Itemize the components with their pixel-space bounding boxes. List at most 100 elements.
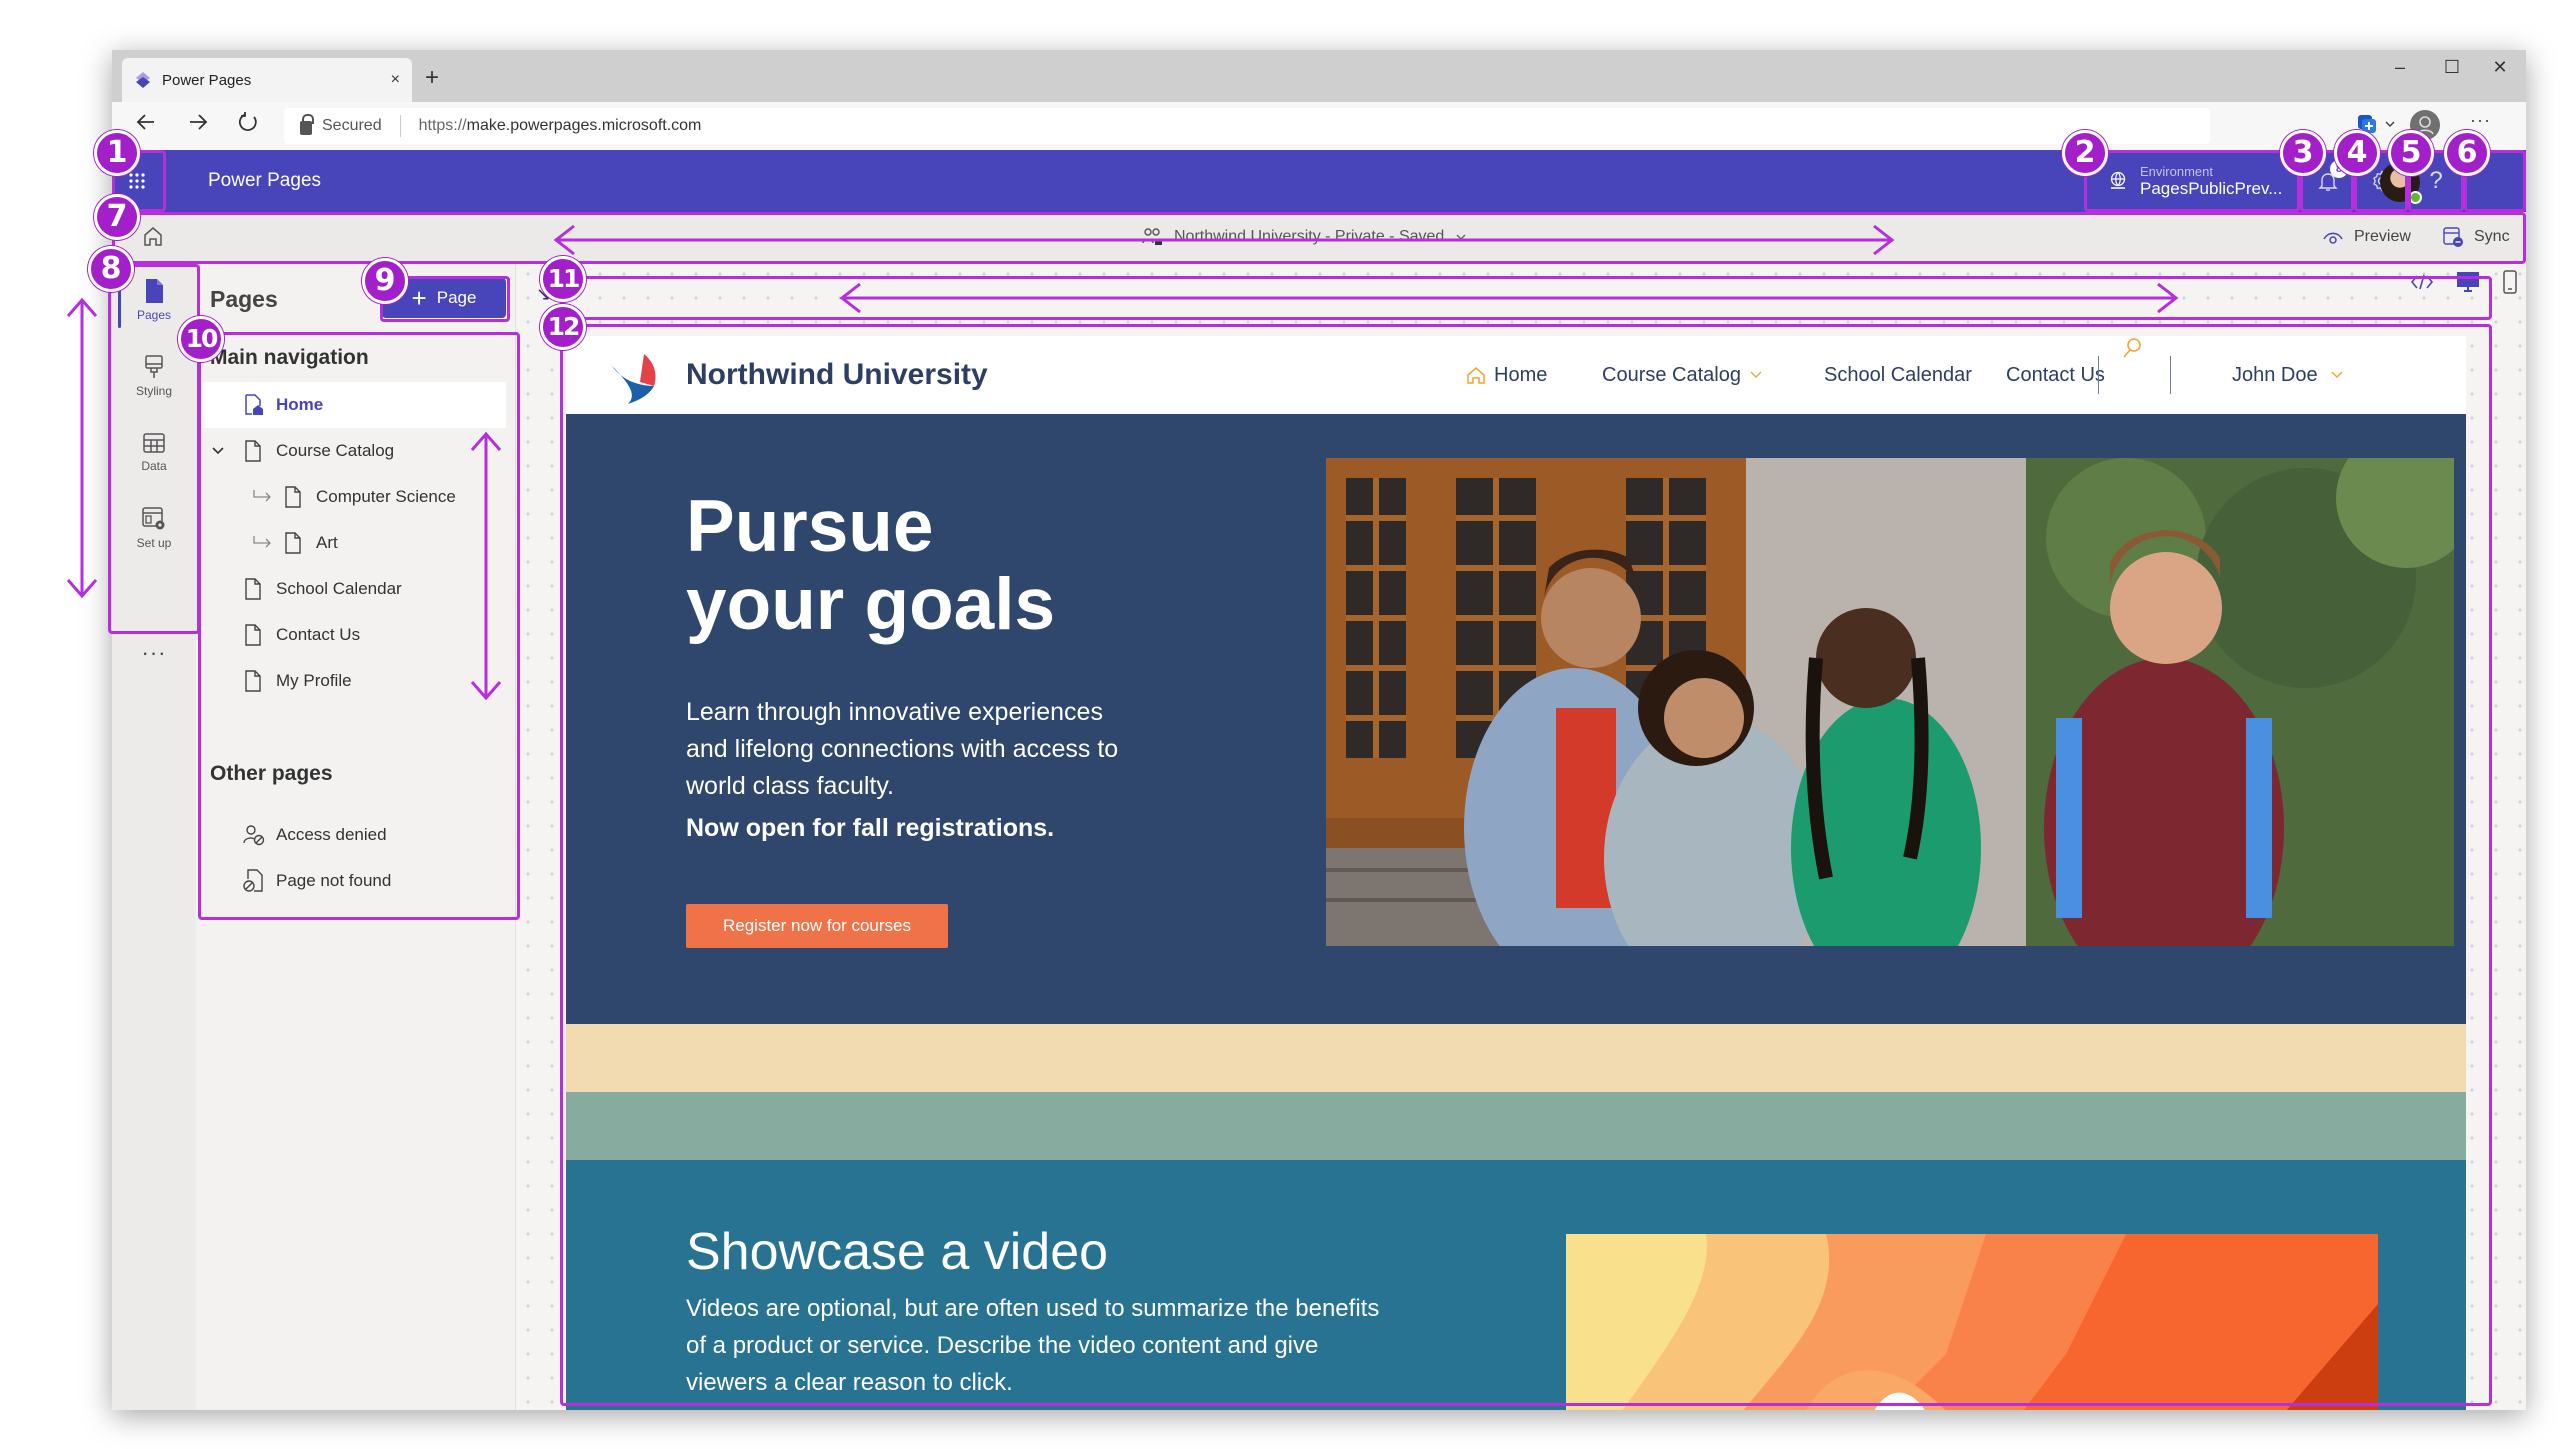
- app-title[interactable]: Power Pages: [208, 150, 321, 212]
- back-arrow-icon: [136, 114, 154, 130]
- presence-available-icon: [2409, 191, 2422, 204]
- annotation-badge-10: 10: [178, 316, 224, 362]
- chevron-down-icon[interactable]: [210, 443, 226, 459]
- nav-item-contact-us[interactable]: Contact Us: [202, 612, 506, 658]
- rail-item-label: Pages: [136, 308, 172, 322]
- browser-menu-button[interactable]: ···: [2470, 110, 2491, 131]
- nav-item-page-not-found[interactable]: Page not found: [202, 858, 506, 904]
- students-photo-illustration: [1326, 458, 2454, 946]
- address-bar-row: Secured https://make.powerpages.microsof…: [112, 102, 2526, 150]
- video-section-title: Showcase a video: [686, 1223, 1109, 1281]
- tab-title: Power Pages: [162, 71, 252, 89]
- preview-label: Preview: [2354, 228, 2411, 245]
- search-icon: [2123, 338, 2141, 358]
- desktop-view-icon[interactable]: [2456, 271, 2480, 293]
- hero-description: Learn through innovative experiences and…: [686, 698, 1119, 800]
- main-navigation-heading: Main navigation: [210, 346, 369, 369]
- minimize-button[interactable]: –: [2374, 50, 2426, 86]
- chevron-down-icon: [1750, 371, 1762, 378]
- environment-picker[interactable]: Environment PagesPublicPrev...: [2084, 150, 2294, 212]
- video-section: Showcase a video Videos are optional, bu…: [566, 1160, 2466, 1410]
- hero-students-image: [1326, 458, 2454, 946]
- url-input[interactable]: Secured https://make.powerpages.microsof…: [284, 108, 2210, 144]
- rail-item-data[interactable]: Data: [112, 414, 196, 490]
- nav-item-computer-science[interactable]: Computer Science: [202, 474, 506, 520]
- rail-more-button[interactable]: ···: [112, 640, 196, 666]
- globe-icon: [2110, 171, 2126, 189]
- page-icon: [285, 486, 301, 508]
- access-denied-icon: [243, 825, 265, 846]
- video-thumbnail[interactable]: [1566, 1234, 2378, 1410]
- page-not-found-icon: [243, 869, 263, 892]
- forward-button[interactable]: [178, 108, 218, 144]
- refresh-button[interactable]: [228, 108, 268, 144]
- preview-button[interactable]: Preview: [2322, 212, 2411, 262]
- annotation-badge-3: 3: [2280, 130, 2326, 176]
- secured-label: Secured: [322, 117, 382, 134]
- rail-item-set-up[interactable]: Set up: [112, 490, 196, 566]
- eye-icon: [2323, 232, 2343, 244]
- environment-label: Environment: [2140, 163, 2213, 179]
- url-host: make.powerpages.microsoft.com: [466, 117, 702, 134]
- site-search-button[interactable]: [2120, 336, 2144, 360]
- site-nav-label: Home: [1494, 364, 1548, 386]
- annotation-badge-5: 5: [2388, 130, 2434, 176]
- annotation-badge-7: 7: [94, 194, 140, 240]
- site-nav-contact-us[interactable]: Contact Us: [2006, 336, 2105, 414]
- rail-item-label: Styling: [135, 384, 173, 398]
- site-nav-label: School Calendar: [1824, 364, 1972, 386]
- sync-icon: [2443, 227, 2463, 247]
- canvas-toolbar: [2410, 270, 2518, 294]
- nav-item-course-catalog[interactable]: Course Catalog: [202, 428, 506, 474]
- nav-item-label: School Calendar: [276, 579, 402, 598]
- nav-item-label: Course Catalog: [276, 441, 395, 460]
- site-nav-school-calendar[interactable]: School Calendar: [1824, 336, 1972, 414]
- site-nav-course-catalog[interactable]: Course Catalog: [1602, 336, 1763, 414]
- browser-tab[interactable]: Power Pages ×: [122, 58, 412, 102]
- page-icon: [245, 670, 261, 692]
- site-nav-home[interactable]: Home: [1466, 336, 1547, 414]
- site-preview: Northwind University Home Course Catalog…: [566, 336, 2466, 1410]
- nav-item-art[interactable]: Art: [202, 520, 506, 566]
- site-user-menu[interactable]: John Doe: [2232, 336, 2346, 414]
- maximize-button[interactable]: ☐: [2426, 50, 2478, 86]
- command-bar: Northwind University - Private - Saved P…: [112, 212, 2526, 262]
- forward-arrow-icon: [190, 114, 208, 130]
- nav-item-label: Access denied: [276, 825, 387, 844]
- close-window-button[interactable]: ✕: [2474, 50, 2526, 86]
- page-icon: [146, 279, 163, 303]
- sync-button[interactable]: Sync: [2442, 212, 2510, 262]
- northwind-logo-icon[interactable]: [610, 352, 672, 406]
- add-page-label: Page: [436, 288, 477, 307]
- nav-item-access-denied[interactable]: Access denied: [202, 812, 506, 858]
- register-button[interactable]: Register now for courses: [686, 904, 948, 948]
- tab-close-icon[interactable]: ×: [391, 71, 400, 89]
- page-icon: [285, 532, 301, 554]
- annotation-badge-6: 6: [2444, 130, 2490, 176]
- nav-item-label: Page not found: [276, 871, 392, 890]
- url-scheme: https://: [418, 117, 467, 134]
- nav-item-my-profile[interactable]: My Profile: [202, 658, 506, 704]
- site-brand-name[interactable]: Northwind University: [686, 336, 988, 414]
- mobile-view-icon[interactable]: [2502, 270, 2518, 294]
- site-nav-label: Course Catalog: [1602, 364, 1741, 386]
- app-header: Power Pages Environment PagesPublicPrev.…: [112, 150, 2526, 212]
- tab-strip: Power Pages × + – ☐ ✕: [112, 50, 2526, 102]
- site-status-dropdown[interactable]: Northwind University - Private - Saved: [1142, 212, 1468, 262]
- sand-color-band: [566, 1024, 2466, 1092]
- site-nav-divider: [2098, 356, 2099, 394]
- site-status-text: Northwind University - Private - Saved: [1174, 228, 1445, 245]
- annotation-badge-8: 8: [88, 246, 134, 292]
- nav-item-school-calendar[interactable]: School Calendar: [202, 566, 506, 612]
- new-tab-button[interactable]: +: [412, 58, 452, 98]
- home-button[interactable]: [142, 224, 164, 253]
- annotation-badge-4: 4: [2334, 130, 2380, 176]
- subpage-arrow-icon: [253, 536, 271, 548]
- refresh-icon: [238, 112, 257, 131]
- nav-item-label: My Profile: [276, 671, 352, 690]
- nav-item-home[interactable]: Home: [202, 382, 506, 428]
- code-view-icon[interactable]: [2410, 272, 2434, 292]
- other-pages-heading: Other pages: [210, 762, 333, 785]
- chevron-down-icon[interactable]: [2384, 118, 2396, 130]
- browser-window: Power Pages × + – ☐ ✕ Secured https://ma…: [112, 50, 2526, 1410]
